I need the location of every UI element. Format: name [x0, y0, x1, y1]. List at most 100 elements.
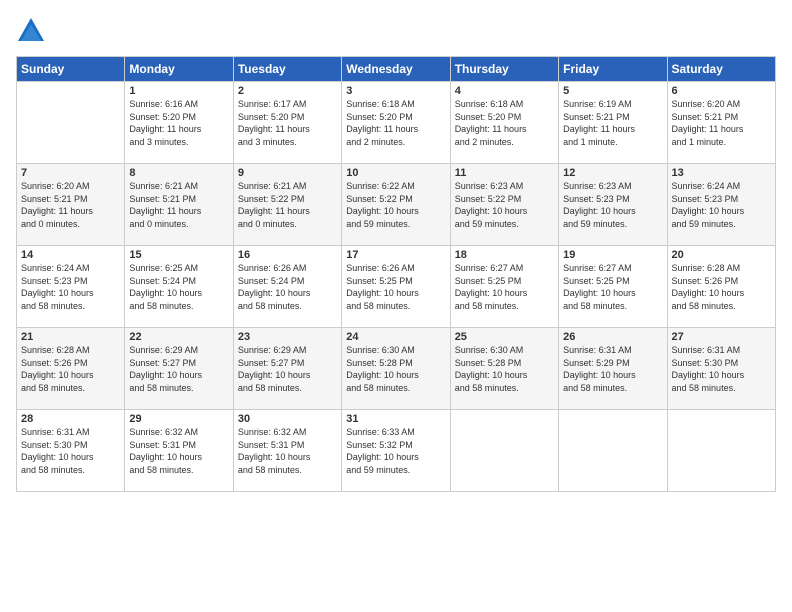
weekday-header-tuesday: Tuesday [233, 57, 341, 82]
calendar-cell: 8Sunrise: 6:21 AM Sunset: 5:21 PM Daylig… [125, 164, 233, 246]
weekday-header-row: SundayMondayTuesdayWednesdayThursdayFrid… [17, 57, 776, 82]
week-row-3: 14Sunrise: 6:24 AM Sunset: 5:23 PM Dayli… [17, 246, 776, 328]
day-info: Sunrise: 6:31 AM Sunset: 5:30 PM Dayligh… [21, 426, 120, 476]
weekday-header-monday: Monday [125, 57, 233, 82]
calendar-cell: 17Sunrise: 6:26 AM Sunset: 5:25 PM Dayli… [342, 246, 450, 328]
day-info: Sunrise: 6:26 AM Sunset: 5:25 PM Dayligh… [346, 262, 445, 312]
day-info: Sunrise: 6:20 AM Sunset: 5:21 PM Dayligh… [672, 98, 771, 148]
day-number: 20 [672, 249, 771, 261]
day-number: 11 [455, 167, 554, 179]
day-number: 4 [455, 85, 554, 97]
weekday-header-saturday: Saturday [667, 57, 775, 82]
day-number: 7 [21, 167, 120, 179]
day-number: 2 [238, 85, 337, 97]
day-info: Sunrise: 6:18 AM Sunset: 5:20 PM Dayligh… [346, 98, 445, 148]
day-info: Sunrise: 6:27 AM Sunset: 5:25 PM Dayligh… [563, 262, 662, 312]
calendar-cell: 23Sunrise: 6:29 AM Sunset: 5:27 PM Dayli… [233, 328, 341, 410]
day-number: 5 [563, 85, 662, 97]
calendar-cell: 25Sunrise: 6:30 AM Sunset: 5:28 PM Dayli… [450, 328, 558, 410]
day-info: Sunrise: 6:29 AM Sunset: 5:27 PM Dayligh… [129, 344, 228, 394]
day-number: 6 [672, 85, 771, 97]
day-info: Sunrise: 6:17 AM Sunset: 5:20 PM Dayligh… [238, 98, 337, 148]
calendar-cell: 1Sunrise: 6:16 AM Sunset: 5:20 PM Daylig… [125, 82, 233, 164]
day-number: 8 [129, 167, 228, 179]
calendar-cell: 16Sunrise: 6:26 AM Sunset: 5:24 PM Dayli… [233, 246, 341, 328]
logo [16, 16, 50, 46]
calendar-cell [450, 410, 558, 492]
calendar-cell: 4Sunrise: 6:18 AM Sunset: 5:20 PM Daylig… [450, 82, 558, 164]
day-number: 30 [238, 413, 337, 425]
calendar-cell: 10Sunrise: 6:22 AM Sunset: 5:22 PM Dayli… [342, 164, 450, 246]
calendar-cell: 20Sunrise: 6:28 AM Sunset: 5:26 PM Dayli… [667, 246, 775, 328]
week-row-2: 7Sunrise: 6:20 AM Sunset: 5:21 PM Daylig… [17, 164, 776, 246]
day-info: Sunrise: 6:31 AM Sunset: 5:30 PM Dayligh… [672, 344, 771, 394]
day-info: Sunrise: 6:33 AM Sunset: 5:32 PM Dayligh… [346, 426, 445, 476]
calendar-cell: 5Sunrise: 6:19 AM Sunset: 5:21 PM Daylig… [559, 82, 667, 164]
day-number: 9 [238, 167, 337, 179]
day-info: Sunrise: 6:23 AM Sunset: 5:23 PM Dayligh… [563, 180, 662, 230]
calendar-cell: 2Sunrise: 6:17 AM Sunset: 5:20 PM Daylig… [233, 82, 341, 164]
day-number: 23 [238, 331, 337, 343]
day-number: 16 [238, 249, 337, 261]
calendar-cell: 7Sunrise: 6:20 AM Sunset: 5:21 PM Daylig… [17, 164, 125, 246]
day-info: Sunrise: 6:32 AM Sunset: 5:31 PM Dayligh… [238, 426, 337, 476]
weekday-header-friday: Friday [559, 57, 667, 82]
calendar-cell: 9Sunrise: 6:21 AM Sunset: 5:22 PM Daylig… [233, 164, 341, 246]
calendar-cell: 15Sunrise: 6:25 AM Sunset: 5:24 PM Dayli… [125, 246, 233, 328]
calendar-cell: 21Sunrise: 6:28 AM Sunset: 5:26 PM Dayli… [17, 328, 125, 410]
day-info: Sunrise: 6:23 AM Sunset: 5:22 PM Dayligh… [455, 180, 554, 230]
day-info: Sunrise: 6:30 AM Sunset: 5:28 PM Dayligh… [455, 344, 554, 394]
day-info: Sunrise: 6:24 AM Sunset: 5:23 PM Dayligh… [672, 180, 771, 230]
day-number: 14 [21, 249, 120, 261]
day-number: 24 [346, 331, 445, 343]
day-info: Sunrise: 6:27 AM Sunset: 5:25 PM Dayligh… [455, 262, 554, 312]
calendar-cell [17, 82, 125, 164]
calendar-cell: 29Sunrise: 6:32 AM Sunset: 5:31 PM Dayli… [125, 410, 233, 492]
calendar-cell: 13Sunrise: 6:24 AM Sunset: 5:23 PM Dayli… [667, 164, 775, 246]
day-info: Sunrise: 6:16 AM Sunset: 5:20 PM Dayligh… [129, 98, 228, 148]
day-number: 26 [563, 331, 662, 343]
page: SundayMondayTuesdayWednesdayThursdayFrid… [0, 0, 792, 612]
day-number: 19 [563, 249, 662, 261]
day-number: 21 [21, 331, 120, 343]
day-number: 25 [455, 331, 554, 343]
weekday-header-thursday: Thursday [450, 57, 558, 82]
week-row-4: 21Sunrise: 6:28 AM Sunset: 5:26 PM Dayli… [17, 328, 776, 410]
day-number: 27 [672, 331, 771, 343]
calendar-cell: 3Sunrise: 6:18 AM Sunset: 5:20 PM Daylig… [342, 82, 450, 164]
day-info: Sunrise: 6:21 AM Sunset: 5:21 PM Dayligh… [129, 180, 228, 230]
day-info: Sunrise: 6:28 AM Sunset: 5:26 PM Dayligh… [672, 262, 771, 312]
day-number: 31 [346, 413, 445, 425]
day-info: Sunrise: 6:30 AM Sunset: 5:28 PM Dayligh… [346, 344, 445, 394]
day-number: 13 [672, 167, 771, 179]
day-info: Sunrise: 6:24 AM Sunset: 5:23 PM Dayligh… [21, 262, 120, 312]
day-number: 10 [346, 167, 445, 179]
calendar-cell: 26Sunrise: 6:31 AM Sunset: 5:29 PM Dayli… [559, 328, 667, 410]
day-info: Sunrise: 6:18 AM Sunset: 5:20 PM Dayligh… [455, 98, 554, 148]
calendar-cell: 27Sunrise: 6:31 AM Sunset: 5:30 PM Dayli… [667, 328, 775, 410]
day-info: Sunrise: 6:26 AM Sunset: 5:24 PM Dayligh… [238, 262, 337, 312]
calendar-cell [559, 410, 667, 492]
day-info: Sunrise: 6:20 AM Sunset: 5:21 PM Dayligh… [21, 180, 120, 230]
weekday-header-wednesday: Wednesday [342, 57, 450, 82]
day-number: 17 [346, 249, 445, 261]
day-number: 3 [346, 85, 445, 97]
day-number: 18 [455, 249, 554, 261]
day-info: Sunrise: 6:28 AM Sunset: 5:26 PM Dayligh… [21, 344, 120, 394]
calendar-cell: 11Sunrise: 6:23 AM Sunset: 5:22 PM Dayli… [450, 164, 558, 246]
calendar-cell: 31Sunrise: 6:33 AM Sunset: 5:32 PM Dayli… [342, 410, 450, 492]
calendar-cell: 24Sunrise: 6:30 AM Sunset: 5:28 PM Dayli… [342, 328, 450, 410]
day-number: 15 [129, 249, 228, 261]
calendar-cell: 30Sunrise: 6:32 AM Sunset: 5:31 PM Dayli… [233, 410, 341, 492]
calendar-cell [667, 410, 775, 492]
weekday-header-sunday: Sunday [17, 57, 125, 82]
calendar-cell: 28Sunrise: 6:31 AM Sunset: 5:30 PM Dayli… [17, 410, 125, 492]
day-info: Sunrise: 6:31 AM Sunset: 5:29 PM Dayligh… [563, 344, 662, 394]
day-info: Sunrise: 6:29 AM Sunset: 5:27 PM Dayligh… [238, 344, 337, 394]
week-row-1: 1Sunrise: 6:16 AM Sunset: 5:20 PM Daylig… [17, 82, 776, 164]
day-info: Sunrise: 6:22 AM Sunset: 5:22 PM Dayligh… [346, 180, 445, 230]
calendar-cell: 6Sunrise: 6:20 AM Sunset: 5:21 PM Daylig… [667, 82, 775, 164]
day-number: 28 [21, 413, 120, 425]
calendar-cell: 14Sunrise: 6:24 AM Sunset: 5:23 PM Dayli… [17, 246, 125, 328]
calendar-cell: 19Sunrise: 6:27 AM Sunset: 5:25 PM Dayli… [559, 246, 667, 328]
